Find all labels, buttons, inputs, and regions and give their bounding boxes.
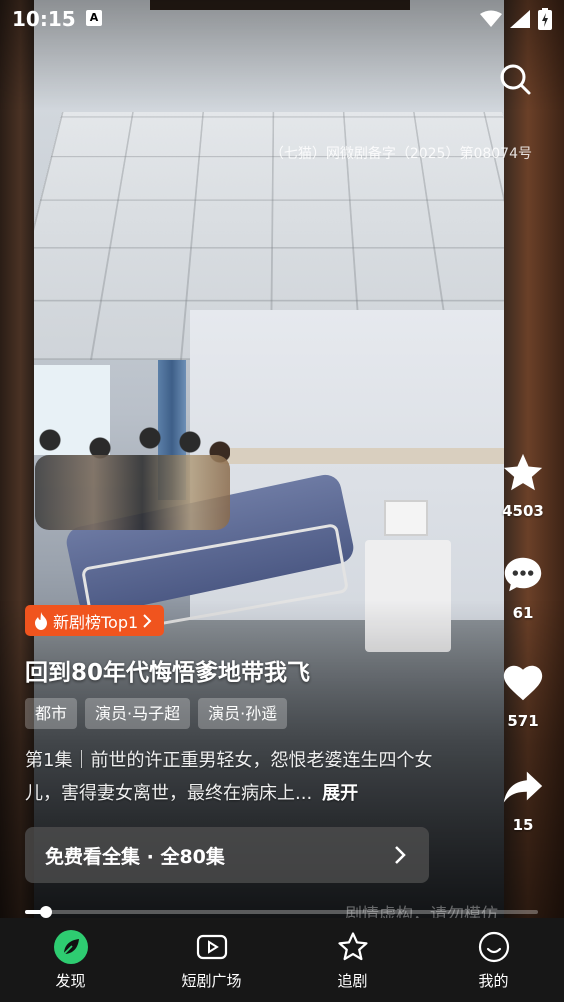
progress-bar[interactable] (25, 906, 538, 918)
comment-icon (504, 557, 542, 592)
leaf-icon (53, 930, 88, 964)
notification-icon: A (86, 10, 102, 26)
signal-icon (510, 10, 530, 28)
bottom-nav: 发现 短剧广场 追剧 我的 (0, 918, 564, 1002)
search-button[interactable] (496, 60, 536, 100)
nav-label-discover: 发现 (55, 972, 86, 990)
drama-title[interactable]: 回到80年代悔悟爹地带我飞 (25, 653, 310, 687)
nav-item-drama-plaza[interactable]: 短剧广场 (141, 918, 282, 1002)
status-time: 10:15 (12, 7, 76, 31)
wifi-icon (480, 10, 502, 27)
like-count: 571 (507, 712, 539, 730)
fire-icon (35, 611, 47, 630)
nav-item-profile[interactable]: 我的 (423, 918, 564, 1002)
share-arrow-icon (503, 771, 543, 803)
status-icons (480, 8, 552, 30)
episode-description: 第1集｜前世的许正重男轻女，怨恨老婆连生四个女儿，害得妻女离世，最终在病床上..… (25, 744, 450, 810)
star-outline-icon (337, 932, 368, 961)
nav-label-following: 追剧 (337, 972, 368, 990)
status-bar: 10:15 A (0, 0, 564, 38)
tag-list: 都市 演员·马子超 演员·孙遥 (25, 698, 288, 729)
search-icon (500, 64, 531, 95)
nav-label-drama-plaza: 短剧广场 (181, 972, 242, 990)
favorite-count: 4503 (502, 502, 544, 520)
battery-icon (538, 8, 552, 30)
expand-button[interactable]: 展开 (322, 783, 358, 804)
tag-genre[interactable]: 都市 (25, 698, 78, 729)
description-text: 第1集｜前世的许正重男轻女，怨恨老婆连生四个女儿，害得妻女离世，最终在病床上..… (25, 750, 433, 804)
medical-monitor (384, 500, 428, 536)
comment-count: 61 (512, 604, 534, 622)
rank-badge[interactable]: 新剧榜Top1 (25, 605, 165, 636)
chevron-right-icon (395, 846, 406, 864)
like-button[interactable]: 571 (496, 660, 550, 730)
heart-icon (503, 665, 543, 701)
tag-actor-2[interactable]: 演员·孙遥 (198, 698, 288, 729)
share-button[interactable]: 15 (496, 764, 550, 834)
license-text: （七猫）网微剧备字（2025）第08074号 (269, 146, 532, 162)
rank-badge-label: 新剧榜Top1 (53, 612, 139, 632)
watch-all-label: 免费看全集 · 全80集 (45, 845, 225, 868)
play-square-icon (196, 934, 227, 960)
star-icon (503, 453, 543, 491)
nav-label-profile: 我的 (478, 972, 509, 990)
tag-actor-1[interactable]: 演员·马子超 (85, 698, 191, 729)
watch-all-button[interactable]: 免费看全集 · 全80集 (25, 827, 429, 883)
family-group (30, 420, 230, 530)
nav-item-discover[interactable]: 发现 (0, 918, 141, 1002)
share-count: 15 (512, 816, 534, 834)
smile-icon (478, 931, 509, 963)
chevron-right-icon (143, 613, 152, 628)
progress-knob[interactable] (39, 906, 52, 918)
nav-item-following[interactable]: 追剧 (282, 918, 423, 1002)
favorite-button[interactable]: 4503 (496, 450, 550, 520)
bed-rail (220, 448, 520, 464)
comment-button[interactable]: 61 (496, 552, 550, 622)
